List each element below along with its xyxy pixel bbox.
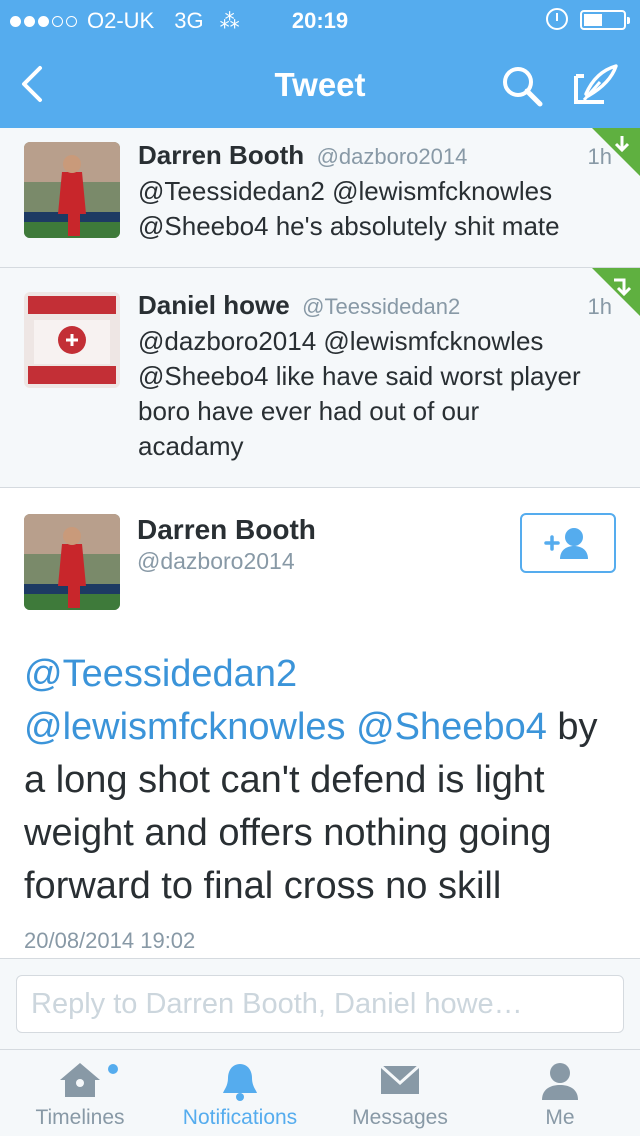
tweet-header: Daniel howe @Teessidedan2 1h [138, 290, 620, 324]
reply-bar [0, 958, 640, 1050]
compose-button[interactable] [570, 62, 620, 110]
tweet-text-line: @Sheebo4 like have said worst player [138, 361, 581, 391]
avatar[interactable] [24, 292, 120, 388]
nav-bar: Tweet [0, 40, 640, 128]
reply-input[interactable] [16, 975, 624, 1033]
author-name[interactable]: Daniel howe [138, 290, 290, 320]
tweet-text-line: acadamy [138, 431, 244, 461]
reply-tweet[interactable]: Daniel howe @Teessidedan2 1h @dazboro201… [0, 268, 640, 488]
follow-button[interactable] [520, 513, 616, 573]
mention-link[interactable]: @Teessidedan2 [24, 653, 297, 695]
tab-timelines[interactable]: Timelines [0, 1050, 160, 1136]
compose-icon [574, 64, 618, 104]
envelope-icon [379, 1064, 421, 1094]
mention-link[interactable]: @lewismfcknowles [24, 706, 346, 748]
author-name[interactable]: Darren Booth [137, 514, 316, 546]
tweet-text: @Teessidedan2 @lewismfcknowles @Sheebo4 … [138, 174, 618, 244]
search-icon [503, 67, 543, 107]
add-user-icon [544, 528, 588, 559]
avatar[interactable] [24, 142, 120, 238]
author-handle: @Teessidedan2 [302, 294, 461, 319]
home-icon [60, 1063, 100, 1097]
status-time: 20:19 [291, 8, 349, 33]
author-handle: @dazboro2014 [137, 548, 295, 574]
tab-messages[interactable]: Messages [320, 1050, 480, 1136]
tweet-text-line: forward to final cross no skill [24, 865, 502, 907]
reply-tweet[interactable]: Darren Booth @dazboro2014 1h @Teessideda… [0, 128, 640, 268]
tweet-text: @Teessidedan2 @lewismfcknowles @Sheebo4 … [24, 648, 624, 913]
status-bar: O2-UK 3G ⁂ 20:19 [0, 0, 640, 40]
unread-dot [108, 1064, 118, 1074]
tweet-text-fragment: by [546, 706, 598, 748]
tab-label: Timelines [35, 1106, 125, 1129]
tab-label: Notifications [182, 1106, 298, 1129]
tweet-text: @dazboro2014 @lewismfcknowles @Sheebo4 l… [138, 324, 618, 464]
alarm-icon [546, 8, 568, 30]
battery-icon [580, 10, 630, 30]
tab-label: Messages [352, 1106, 448, 1129]
tab-bar: Timelines Notifications Messages Me [0, 1050, 640, 1136]
tweet-timestamp: 20/08/2014 19:02 [24, 928, 196, 953]
tab-label: Me [545, 1106, 575, 1129]
tweet-text-line: weight and offers nothing going [24, 812, 552, 854]
person-icon [542, 1063, 578, 1100]
top-bar: O2-UK 3G ⁂ 20:19 Tweet [0, 0, 640, 128]
avatar-photo [24, 142, 120, 238]
tweet-text-line: @Teessidedan2 @lewismfcknowles [138, 176, 553, 206]
author-handle: @dazboro2014 [316, 144, 468, 169]
mention-link[interactable]: @Sheebo4 [356, 706, 547, 748]
tab-me[interactable]: Me [480, 1050, 640, 1136]
tab-notifications[interactable]: Notifications [160, 1050, 320, 1136]
avatar-photo [24, 292, 120, 388]
conversation-corner-icon [592, 128, 640, 176]
avatar-photo [24, 514, 120, 610]
tweet-text-line: boro have ever had out of our [138, 396, 480, 426]
avatar[interactable] [24, 514, 120, 610]
search-button[interactable] [498, 62, 546, 110]
focused-tweet: Darren Booth @dazboro2014 @Teessidedan2 … [0, 488, 640, 958]
author-name[interactable]: Darren Booth [138, 140, 304, 170]
tweet-text-line: @Sheebo4 he's absolutely shit mate [138, 211, 560, 241]
bell-icon [223, 1064, 257, 1101]
conversation-corner-icon [592, 268, 640, 316]
tweet-text-line: a long shot can't defend is light [24, 759, 545, 801]
tweet-text-line: @dazboro2014 @lewismfcknowles [138, 326, 544, 356]
tweet-header: Darren Booth @dazboro2014 1h [138, 140, 620, 174]
